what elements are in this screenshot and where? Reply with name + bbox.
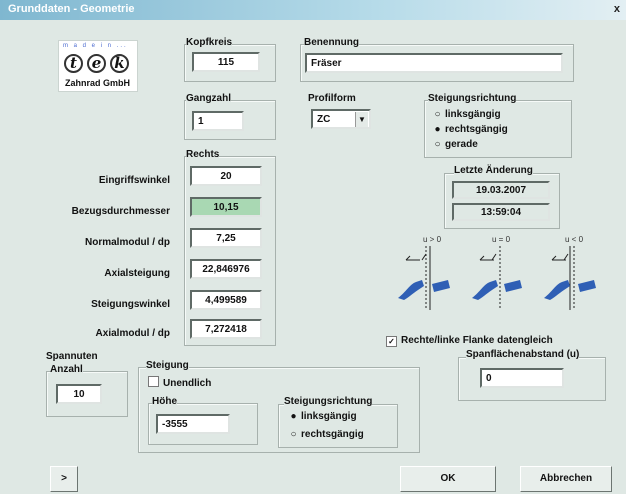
axialmodul-label: Axialmodul / dp: [95, 328, 170, 339]
radio-linksgaengig-bottom[interactable]: ● linksgängig: [290, 411, 357, 422]
radio-icon: ○: [290, 429, 297, 440]
radio-gerade-top[interactable]: ○ gerade: [434, 139, 478, 150]
expand-button[interactable]: >: [50, 466, 78, 492]
checkbox-icon: [148, 376, 159, 387]
spanflaeche-input[interactable]: 0: [480, 368, 564, 388]
profilform-label: Profilform: [308, 93, 356, 104]
steigungswinkel-label: Steigungswinkel: [91, 299, 170, 310]
steigung-label: Steigung: [146, 360, 189, 371]
logo-subtitle: Zahnrad GmbH: [65, 78, 131, 88]
hoehe-label: Höhe: [152, 396, 177, 407]
chevron-down-icon[interactable]: ▼: [355, 112, 368, 127]
check-icon: ✓: [386, 336, 397, 347]
normalmodul-input[interactable]: 7,25: [190, 228, 262, 248]
letzte-aenderung-time: 13:59:04: [452, 203, 550, 221]
radio-selected-icon: ●: [434, 124, 441, 135]
flanke-datengleich-checkbox[interactable]: ✓ Rechte/linke Flanke datengleich: [386, 335, 553, 347]
gangzahl-input[interactable]: 1: [192, 111, 244, 131]
radio-label: gerade: [445, 139, 478, 150]
profilform-value: ZC: [317, 114, 331, 125]
axialsteigung-input[interactable]: 22,846976: [190, 259, 262, 279]
spannuten-label: Spannuten: [46, 351, 98, 362]
flanke-datengleich-label: Rechte/linke Flanke datengleich: [401, 335, 553, 346]
radio-rechtsgaengig-top[interactable]: ● rechtsgängig: [434, 124, 508, 135]
eingriffswinkel-input[interactable]: 20: [190, 166, 262, 186]
gangzahl-label: Gangzahl: [186, 93, 232, 104]
logo-letter-e: e: [87, 54, 106, 73]
logo-letter-k: k: [110, 54, 129, 73]
flank-offset-diagram: u > 0 u = 0 u < 0: [398, 235, 596, 310]
spanflaeche-label: Spanflächenabstand (u): [466, 349, 580, 360]
radio-icon: ○: [434, 109, 441, 120]
diagram-label-zero: u = 0: [492, 235, 511, 244]
title-bar: Grunddaten - Geometrie x: [0, 0, 626, 20]
bezugsdurchmesser-label: Bezugsdurchmesser: [71, 206, 170, 217]
radio-selected-icon: ●: [290, 411, 297, 422]
radio-icon: ○: [434, 139, 441, 150]
tooth-profile-positive: [398, 246, 450, 310]
radio-rechtsgaengig-bottom[interactable]: ○ rechtsgängig: [290, 429, 364, 440]
unendlich-checkbox[interactable]: Unendlich: [148, 376, 211, 389]
benennung-label: Benennung: [304, 37, 359, 48]
abbrechen-button[interactable]: Abbrechen: [520, 466, 612, 492]
normalmodul-label: Normalmodul / dp: [85, 237, 170, 248]
unendlich-label: Unendlich: [163, 378, 212, 389]
radio-label: rechtsgängig: [301, 429, 364, 440]
company-logo: m a d e i n ... t e k Zahnrad GmbH: [58, 40, 138, 92]
diagram-label-negative: u < 0: [565, 235, 584, 244]
steigungswinkel-input[interactable]: 4,499589: [190, 290, 262, 310]
diagram-label-positive: u > 0: [423, 235, 442, 244]
steigungsrichtung-bottom-label: Steigungsrichtung: [284, 396, 373, 407]
letzte-aenderung-date: 19.03.2007: [452, 181, 550, 199]
radio-label: rechtsgängig: [445, 124, 508, 135]
radio-label: linksgängig: [301, 411, 357, 422]
kopfkreis-input[interactable]: 115: [192, 52, 260, 72]
close-icon[interactable]: x: [614, 3, 620, 15]
kopfkreis-label: Kopfkreis: [186, 37, 233, 48]
axialsteigung-label: Axialsteigung: [104, 268, 170, 279]
logo-letter-t: t: [64, 54, 83, 73]
letzte-aenderung-label: Letzte Änderung: [454, 165, 533, 176]
rechts-label: Rechts: [186, 149, 220, 160]
hoehe-input[interactable]: -3555: [156, 414, 230, 434]
tooth-profile-zero: [472, 246, 522, 310]
radio-linksgaengig-top[interactable]: ○ linksgängig: [434, 109, 501, 120]
bezugsdurchmesser-input[interactable]: 10,15: [190, 197, 262, 217]
window-title: Grunddaten - Geometrie: [8, 3, 135, 15]
steigungsrichtung-top-label: Steigungsrichtung: [428, 93, 517, 104]
benennung-input[interactable]: Fräser: [305, 53, 563, 73]
radio-label: linksgängig: [445, 109, 501, 120]
profilform-select[interactable]: ZC ▼: [311, 109, 371, 129]
logo-tagline: m a d e i n ...: [63, 43, 128, 49]
anzahl-label: Anzahl: [50, 364, 83, 375]
tooth-profile-negative: [544, 246, 596, 310]
axialmodul-input[interactable]: 7,272418: [190, 319, 262, 339]
ok-button[interactable]: OK: [400, 466, 496, 492]
eingriffswinkel-label: Eingriffswinkel: [98, 175, 170, 186]
anzahl-input[interactable]: 10: [56, 384, 102, 404]
